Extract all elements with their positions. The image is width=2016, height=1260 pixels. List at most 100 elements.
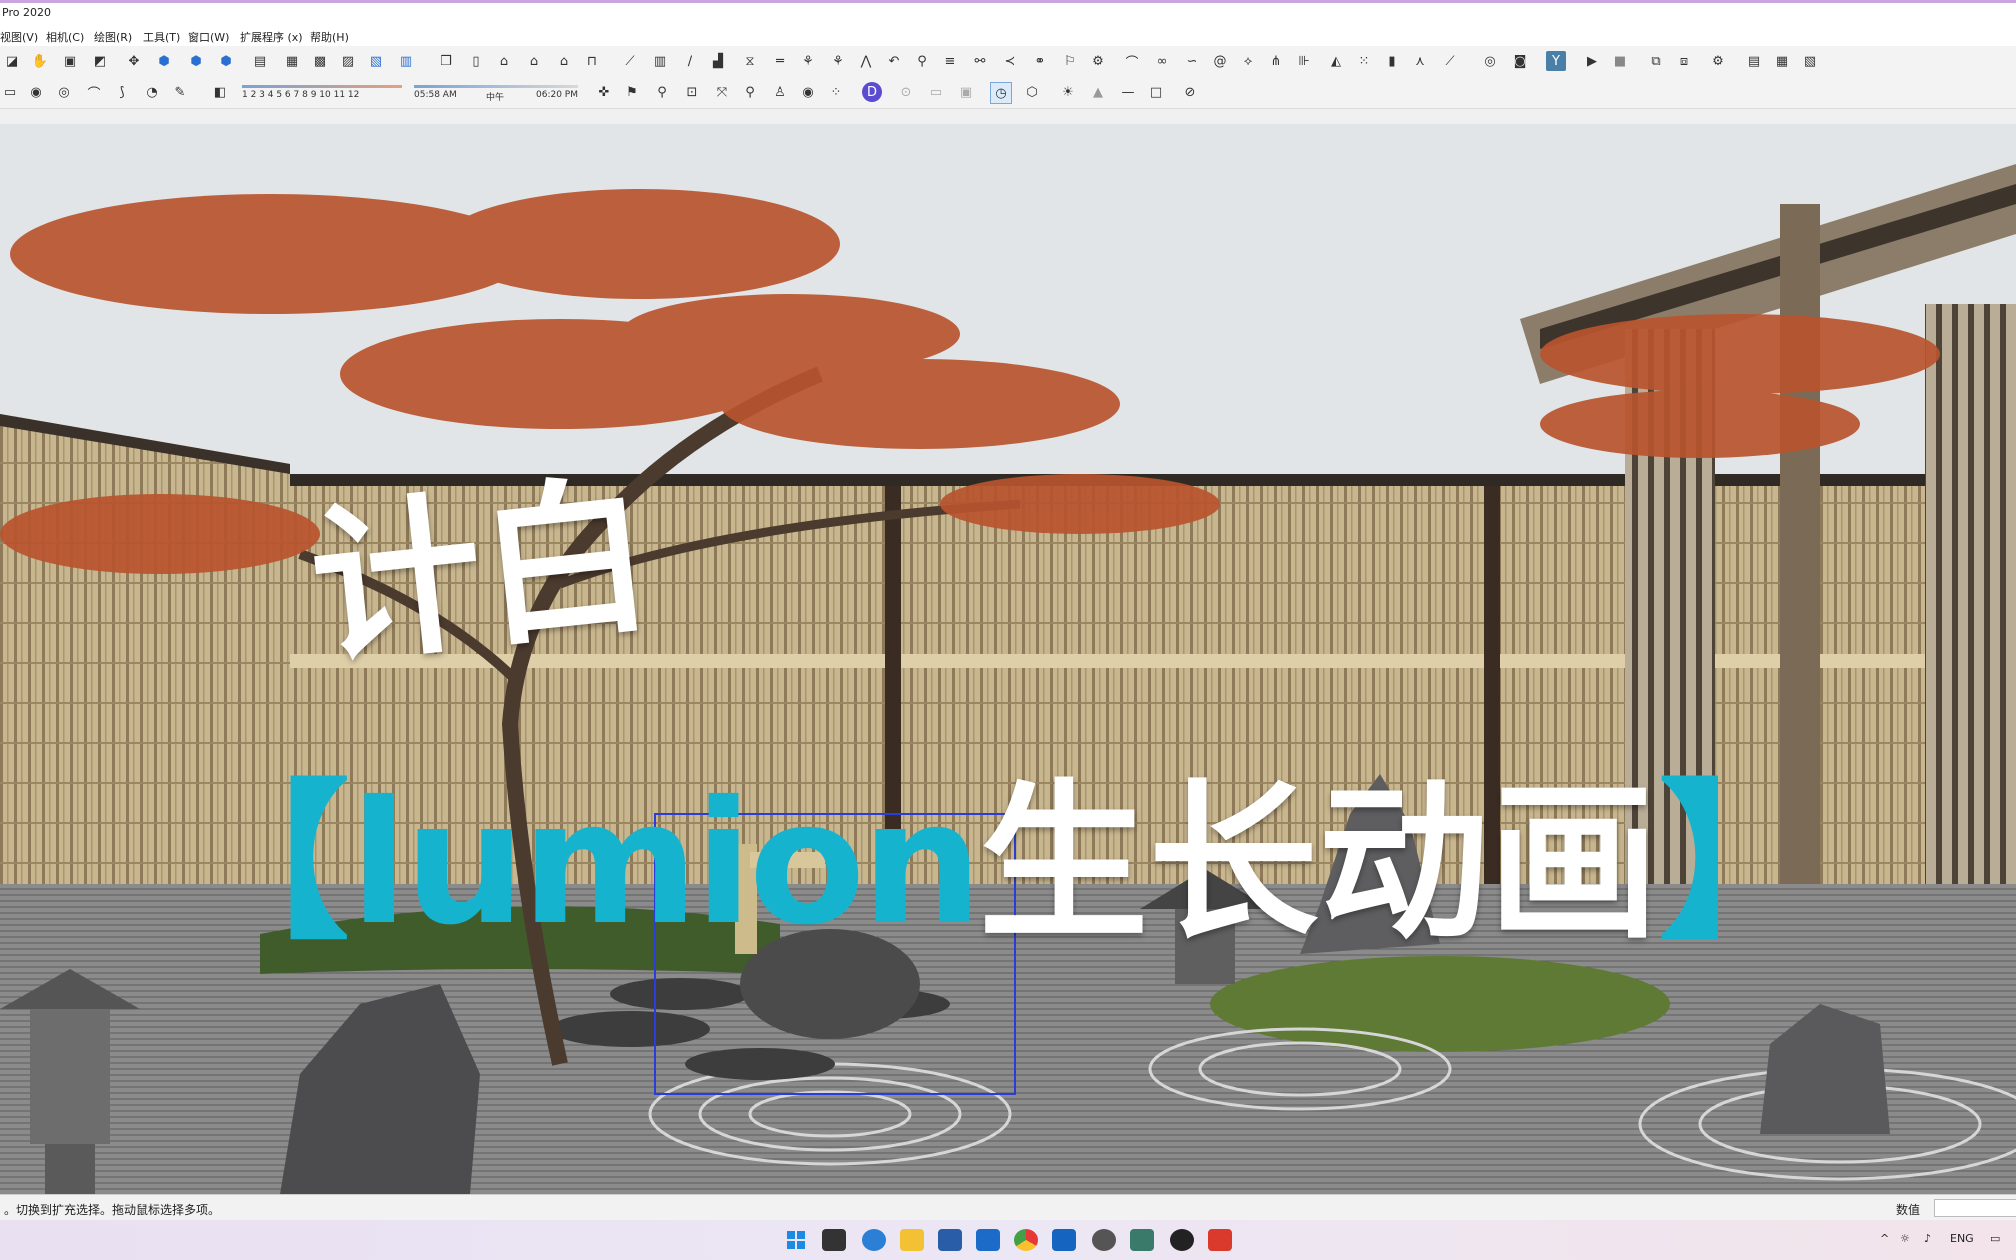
tray-chevron-icon[interactable]: ^ bbox=[1880, 1232, 1889, 1245]
xray-icon[interactable]: ▤ bbox=[250, 51, 270, 71]
arc-tool-icon[interactable]: ⌒ bbox=[84, 82, 104, 102]
ext-tool-22-icon[interactable]: ⧉ bbox=[1646, 51, 1666, 71]
ext-tool-21-icon[interactable]: ◙ bbox=[1510, 51, 1530, 71]
play-icon[interactable]: ▶ bbox=[1582, 51, 1602, 71]
house-icon[interactable]: ⌂ bbox=[524, 51, 544, 71]
circle-tool-icon[interactable]: ◉ bbox=[26, 82, 46, 102]
menu-camera[interactable]: 相机(C) bbox=[46, 29, 84, 45]
house-outline-icon[interactable]: ⌂ bbox=[554, 51, 574, 71]
rectangle-tool-icon[interactable]: ▭ bbox=[0, 82, 20, 102]
menu-window[interactable]: 窗口(W) bbox=[188, 29, 229, 45]
person-icon[interactable]: ♙ bbox=[770, 82, 790, 102]
pie-tool-icon[interactable]: ◔ bbox=[142, 82, 162, 102]
mail-icon[interactable] bbox=[976, 1229, 1000, 1251]
stairs-icon[interactable]: ⟋ bbox=[620, 51, 640, 71]
front-view-icon[interactable]: ⬢ bbox=[216, 51, 236, 71]
iso-view-icon[interactable]: ⬢ bbox=[154, 51, 174, 71]
arc2-tool-icon[interactable]: ⟆ bbox=[112, 82, 132, 102]
section-cuts-icon[interactable]: ▣ bbox=[956, 82, 976, 102]
stop-icon[interactable]: ■ bbox=[1610, 51, 1630, 71]
chain-icon[interactable]: ∞ bbox=[1152, 51, 1172, 71]
section-display-icon[interactable]: ▭ bbox=[926, 82, 946, 102]
panel-icon[interactable]: ▤ bbox=[1744, 51, 1764, 71]
component-icon[interactable]: ⬡ bbox=[1022, 82, 1042, 102]
ext-tool-17-icon[interactable]: ▮ bbox=[1382, 51, 1402, 71]
ext-tool-20-icon[interactable]: ◎ bbox=[1480, 51, 1500, 71]
ext-tool-23-icon[interactable]: ⧈ bbox=[1674, 51, 1694, 71]
shaded-icon[interactable]: ▨ bbox=[338, 51, 358, 71]
grid-icon[interactable]: ▥ bbox=[650, 51, 670, 71]
lumion-sync-icon[interactable]: Y bbox=[1546, 51, 1566, 71]
zoom-extents-icon[interactable]: ⤧ bbox=[712, 82, 732, 102]
ext-tool-7-icon[interactable]: ⚲ bbox=[912, 51, 932, 71]
line-tool-icon[interactable]: ∕ bbox=[680, 51, 700, 71]
polygon-tool-icon[interactable]: ◎ bbox=[54, 82, 74, 102]
previous-view-icon[interactable]: ⚲ bbox=[740, 82, 760, 102]
ext-tool-4-icon[interactable]: ⚘ bbox=[828, 51, 848, 71]
chrome-icon[interactable] bbox=[1014, 1229, 1038, 1251]
ext-tool-11-icon[interactable]: ⚭ bbox=[1030, 51, 1050, 71]
zoom-icon[interactable]: ⚲ bbox=[652, 82, 672, 102]
position-camera-icon[interactable]: ✜ bbox=[594, 82, 614, 102]
ext-tool-10-icon[interactable]: ≺ bbox=[1000, 51, 1020, 71]
textured-icon[interactable]: ▧ bbox=[366, 51, 386, 71]
look-around-icon[interactable]: ◉ bbox=[798, 82, 818, 102]
ext-tool-16-icon[interactable]: ⊪ bbox=[1294, 51, 1314, 71]
sketchup-icon[interactable] bbox=[1208, 1229, 1232, 1251]
app-dark-icon[interactable] bbox=[1170, 1229, 1194, 1251]
file-explorer-icon[interactable] bbox=[900, 1229, 924, 1251]
ext-tool-12-icon[interactable]: ⚐ bbox=[1060, 51, 1080, 71]
store-icon[interactable]: ⊓ bbox=[582, 51, 602, 71]
ext-tool-1-icon[interactable]: ⧖ bbox=[740, 51, 760, 71]
hide-icon[interactable]: ⊘ bbox=[1180, 82, 1200, 102]
shadows-toggle-icon[interactable]: ◧ bbox=[210, 82, 230, 102]
menu-tools[interactable]: 工具(T) bbox=[143, 29, 180, 45]
curve-icon[interactable]: ∽ bbox=[1182, 51, 1202, 71]
measurements-input[interactable] bbox=[1934, 1199, 2016, 1217]
app-blue-icon[interactable] bbox=[1052, 1229, 1076, 1251]
windows-start-icon[interactable] bbox=[784, 1229, 808, 1251]
store-app-icon[interactable] bbox=[938, 1229, 962, 1251]
select-icon[interactable]: ◪ bbox=[2, 51, 22, 71]
walk-icon[interactable]: ⚑ bbox=[622, 82, 642, 102]
app-disk-icon[interactable] bbox=[1092, 1229, 1116, 1251]
edge-icon[interactable]: — bbox=[1118, 82, 1138, 102]
frame-icon[interactable]: □ bbox=[1146, 82, 1166, 102]
orbit-icon[interactable]: ✥ bbox=[124, 51, 144, 71]
hidden-line-icon[interactable]: ▩ bbox=[310, 51, 330, 71]
ext-tool-25-icon[interactable]: ▧ bbox=[1800, 51, 1820, 71]
ext-tool-6-icon[interactable]: ↶ bbox=[884, 51, 904, 71]
wireframe-icon[interactable]: ▦ bbox=[282, 51, 302, 71]
book-icon[interactable]: ▯ bbox=[466, 51, 486, 71]
fog-icon[interactable]: ▲ bbox=[1088, 82, 1108, 102]
array-icon[interactable]: ⁙ bbox=[1354, 51, 1374, 71]
tray-brightness-icon[interactable]: ☼ bbox=[1900, 1232, 1910, 1245]
app-chart-icon[interactable] bbox=[1130, 1229, 1154, 1251]
spiral-icon[interactable]: @ bbox=[1210, 51, 1230, 71]
ext-tool-18-icon[interactable]: ⋏ bbox=[1410, 51, 1430, 71]
tray-mic-icon[interactable]: ♪ bbox=[1924, 1232, 1931, 1245]
ext-tool-8-icon[interactable]: ≡ bbox=[940, 51, 960, 71]
paint-icon[interactable]: ▣ bbox=[60, 51, 80, 71]
menu-view[interactable]: 视图(V) bbox=[0, 29, 38, 45]
ext-tool-5-icon[interactable]: ⋀ bbox=[856, 51, 876, 71]
ext-tool-2-icon[interactable]: ═ bbox=[770, 51, 790, 71]
eraser-icon[interactable]: ◩ bbox=[90, 51, 110, 71]
hand-icon[interactable]: ✋ bbox=[30, 51, 50, 71]
task-view-icon[interactable] bbox=[822, 1229, 846, 1251]
extension-d-icon[interactable]: D bbox=[862, 82, 882, 102]
menu-draw[interactable]: 绘图(R) bbox=[94, 29, 132, 45]
time-slider[interactable]: 05:58 AM 中午 06:20 PM bbox=[414, 79, 578, 105]
freehand-tool-icon[interactable]: ✎ bbox=[170, 82, 190, 102]
light-icon[interactable]: ☀ bbox=[1058, 82, 1078, 102]
tray-network-icon[interactable]: ▭ bbox=[1990, 1232, 2000, 1245]
ext-tool-24-icon[interactable]: ▦ bbox=[1772, 51, 1792, 71]
settings-gear-icon[interactable]: ⚙ bbox=[1708, 51, 1728, 71]
edge-browser-icon[interactable] bbox=[862, 1229, 886, 1251]
ext-tool-3-icon[interactable]: ⚘ bbox=[798, 51, 818, 71]
warehouse-icon[interactable]: ❒ bbox=[436, 51, 456, 71]
ext-tool-13-icon[interactable]: ⚙ bbox=[1088, 51, 1108, 71]
month-slider[interactable]: 1 2 3 4 5 6 7 8 9 10 11 12 bbox=[242, 79, 402, 105]
home-icon[interactable]: ⌂ bbox=[494, 51, 514, 71]
section-plane-icon[interactable]: ⊙ bbox=[896, 82, 916, 102]
